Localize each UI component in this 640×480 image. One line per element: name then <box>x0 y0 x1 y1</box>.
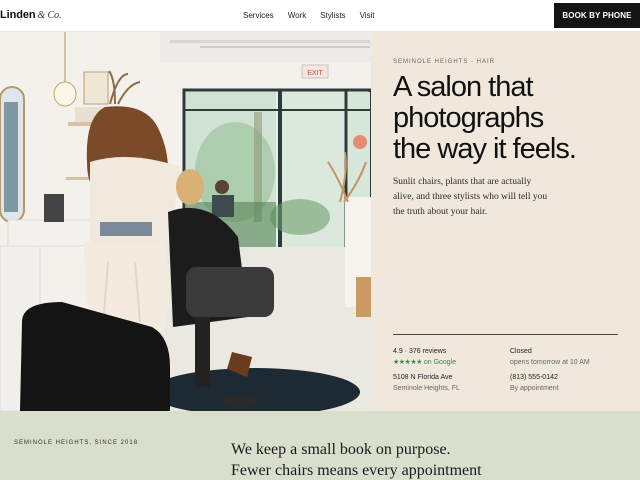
nav-link-visit[interactable]: Visit <box>360 11 375 20</box>
phone-number[interactable]: (813) 555-0142 <box>510 372 559 383</box>
intro-line: Sunlit chairs, plants that are actually <box>393 177 532 187</box>
band-label: SEMINOLE HEIGHTS, SINCE 2018 <box>14 440 139 446</box>
exit-sign-text: EXIT <box>307 70 323 77</box>
address-block[interactable]: 5108 N Florida Ave Seminole Heights, FL <box>393 372 460 394</box>
nav-link-services[interactable]: Services <box>243 11 274 20</box>
hero-intro: Sunlit chairs, plants that are actually … <box>393 175 563 220</box>
headline-line: photographs <box>393 102 544 134</box>
headline-line: A salon that <box>393 71 534 103</box>
hero-photo: EXIT <box>0 32 371 411</box>
nav-link-work[interactable]: Work <box>288 11 307 20</box>
phone-note: By appointment <box>510 385 559 392</box>
top-nav: Linden & Co. Services Work Stylists Visit… <box>0 0 640 32</box>
info-divider <box>393 334 618 335</box>
hero-panel: SEMINOLE HEIGHTS · HAIR A salon that pho… <box>371 32 640 411</box>
salon-interior-image: EXIT <box>0 32 371 411</box>
headline-line: the way it feels. <box>393 133 577 165</box>
about-band: SEMINOLE HEIGHTS, SINCE 2018 We keep a s… <box>0 411 640 480</box>
phone-block[interactable]: (813) 555-0142 By appointment <box>510 372 559 394</box>
band-quote: We keep a small book on purpose. Fewer c… <box>231 439 482 480</box>
address-city: Seminole Heights, FL <box>393 385 460 392</box>
open-status-detail: opens tomorrow at 10 AM <box>510 359 590 366</box>
quote-line: We keep a small book on purpose. <box>231 441 451 458</box>
address-line: 5108 N Florida Ave <box>393 374 453 381</box>
nav-link-stylists[interactable]: Stylists <box>320 11 345 20</box>
book-by-phone-button[interactable]: BOOK BY PHONE <box>554 3 640 28</box>
hero-headline: A salon that photographs the way it feel… <box>393 72 633 165</box>
hours-block: Closed opens tomorrow at 10 AM <box>510 346 590 368</box>
rating-source: on Google <box>423 359 457 366</box>
quote-line: Fewer chairs means every appointment <box>231 462 482 479</box>
hero-eyebrow: SEMINOLE HEIGHTS · HAIR <box>393 59 496 65</box>
star-rating-icon: ★★★★★ <box>393 359 422 366</box>
brand-name: Linden <box>0 9 36 21</box>
intro-line: alive, and three stylists who will tell … <box>393 192 548 202</box>
open-status: Closed <box>510 348 532 355</box>
rating-block[interactable]: 4.9 · 376 reviews ★★★★★ on Google <box>393 346 456 368</box>
brand-logo[interactable]: Linden & Co. <box>0 9 62 21</box>
brand-suffix: & Co. <box>37 10 62 21</box>
rating-text: 4.9 · 376 reviews <box>393 348 447 355</box>
intro-line: the truth about your hair. <box>393 207 488 217</box>
nav-menu: Services Work Stylists Visit <box>243 11 375 20</box>
